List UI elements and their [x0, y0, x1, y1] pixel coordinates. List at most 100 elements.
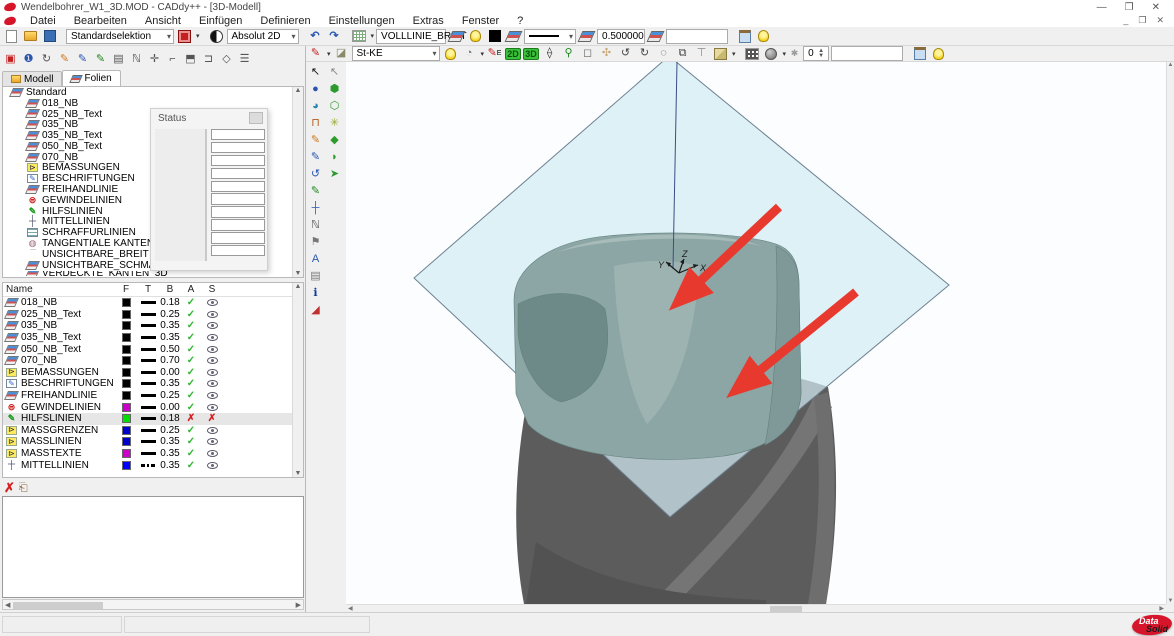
- checker-icon[interactable]: [744, 46, 761, 61]
- sphere-blue-icon[interactable]: ●: [307, 81, 324, 97]
- cell-color[interactable]: [115, 461, 137, 470]
- cell-linetype[interactable]: [137, 301, 159, 304]
- cell-width[interactable]: 0.50: [159, 344, 181, 355]
- solid-box-icon[interactable]: ⬡: [326, 98, 343, 114]
- coord-mode-combo[interactable]: Absolut 2D▾: [227, 29, 299, 44]
- tree-root[interactable]: Standard: [3, 87, 303, 98]
- col-t[interactable]: T: [137, 284, 159, 295]
- view-2d-badge[interactable]: 2D: [505, 48, 521, 60]
- clamp-icon[interactable]: ⊓: [307, 115, 324, 131]
- col-f[interactable]: F: [115, 284, 137, 295]
- rotate-left-icon[interactable]: ↺: [617, 46, 634, 61]
- col-s[interactable]: S: [201, 284, 223, 295]
- status-popup-button[interactable]: [249, 112, 263, 124]
- cell-active[interactable]: ✓: [181, 390, 201, 401]
- cell-visible[interactable]: [201, 322, 223, 329]
- list-icon[interactable]: ☰: [236, 52, 253, 67]
- cell-width[interactable]: 0.35: [159, 378, 181, 389]
- cell-linetype[interactable]: [137, 406, 159, 409]
- paste-icon[interactable]: ⎗: [19, 482, 28, 495]
- cell-linetype[interactable]: [137, 382, 159, 385]
- open-folder-icon[interactable]: [22, 29, 39, 44]
- cell-color[interactable]: [115, 426, 137, 435]
- table-row-hilfslinien[interactable]: ✎HILFSLINIEN0.18✗✗: [3, 413, 303, 425]
- axes-icon[interactable]: ✳: [326, 115, 343, 131]
- menu-definieren[interactable]: Definieren: [251, 15, 319, 27]
- centerline-icon[interactable]: ✛: [146, 52, 163, 67]
- empty-name-field[interactable]: [666, 29, 728, 44]
- cell-width[interactable]: 0.70: [159, 355, 181, 366]
- mdi-close-button[interactable]: ✕: [1156, 15, 1164, 26]
- viewport-vscrollbar[interactable]: ▲▼: [1166, 62, 1174, 604]
- status-popup-row[interactable]: [211, 219, 265, 230]
- cell-active[interactable]: ✓: [181, 320, 201, 331]
- status-popup-row[interactable]: [211, 193, 265, 204]
- cell-active[interactable]: ✓: [181, 448, 201, 459]
- cell-width[interactable]: 0.25: [159, 390, 181, 401]
- col-b[interactable]: B: [159, 284, 181, 295]
- cell-color[interactable]: [115, 345, 137, 354]
- status-popup-row[interactable]: [211, 206, 265, 217]
- mdi-restore-button[interactable]: ❐: [1138, 15, 1146, 26]
- bulb-icon-2[interactable]: [755, 29, 772, 44]
- cell-color[interactable]: [115, 298, 137, 307]
- table-row-035_nb_text[interactable]: 035_NB_Text0.35✓: [3, 332, 303, 344]
- viewport-3d[interactable]: Y Z X: [346, 62, 1166, 604]
- pen-edit-icon[interactable]: ✎: [74, 52, 91, 67]
- cell-active[interactable]: ✓: [181, 297, 201, 308]
- tool-flag-icon[interactable]: ⚑: [307, 234, 324, 250]
- cell-visible[interactable]: [201, 380, 223, 387]
- layer-one-icon[interactable]: ❶: [20, 52, 37, 67]
- scroll-thumb[interactable]: [13, 602, 103, 609]
- surface-icon[interactable]: ◗: [326, 149, 343, 165]
- text-a-icon[interactable]: A: [307, 251, 324, 267]
- bulb-icon-4[interactable]: [930, 46, 947, 61]
- cell-color[interactable]: [115, 379, 137, 388]
- pen-e-icon[interactable]: ✎E: [486, 46, 503, 61]
- pen-h-icon[interactable]: ✎: [92, 52, 109, 67]
- cell-color[interactable]: [115, 437, 137, 446]
- cell-linetype[interactable]: [137, 429, 159, 432]
- table-row-070_nb[interactable]: 070_NB0.70✓: [3, 355, 303, 367]
- cell-visible[interactable]: [201, 462, 223, 469]
- extrude-icon[interactable]: ◆: [326, 132, 343, 148]
- table-row-050_nb_text[interactable]: 050_NB_Text0.50✓: [3, 343, 303, 355]
- cell-active[interactable]: ✓: [181, 367, 201, 378]
- cell-visible[interactable]: [201, 346, 223, 353]
- menu-bearbeiten[interactable]: Bearbeiten: [65, 15, 136, 27]
- cell-linetype[interactable]: [137, 452, 159, 455]
- cell-active[interactable]: ✓: [181, 425, 201, 436]
- cell-active[interactable]: ✓: [181, 402, 201, 413]
- select-red-icon[interactable]: [176, 29, 193, 44]
- cell-visible[interactable]: ✗: [201, 413, 223, 424]
- hatchbox-icon[interactable]: ▤: [110, 52, 127, 67]
- menu-extras[interactable]: Extras: [404, 15, 453, 27]
- cell-linetype[interactable]: [137, 440, 159, 443]
- redo-icon[interactable]: ↷: [326, 29, 343, 44]
- cell-active[interactable]: ✓: [181, 309, 201, 320]
- layer-assign-icon-3[interactable]: [578, 29, 595, 44]
- snap-cross-icon[interactable]: ┼: [307, 200, 324, 216]
- viewport-hscrollbar[interactable]: ◀▶: [346, 604, 1166, 612]
- cell-linetype[interactable]: [137, 313, 159, 316]
- table-row-beschriftungen[interactable]: ✎BESCHRIFTUNGEN0.35✓: [3, 378, 303, 390]
- info-icon[interactable]: ℹ: [307, 285, 324, 301]
- cell-width[interactable]: 0.35: [159, 448, 181, 459]
- nflag-icon[interactable]: ℕ: [128, 52, 145, 67]
- cell-active[interactable]: ✓: [181, 436, 201, 447]
- cell-linetype[interactable]: [137, 359, 159, 362]
- bulb-icon-3[interactable]: [442, 46, 459, 61]
- walk-icon[interactable]: ⚲: [560, 46, 577, 61]
- cell-linetype[interactable]: [137, 464, 159, 467]
- tab-folien[interactable]: Folien: [62, 70, 120, 86]
- cell-active[interactable]: ✓: [181, 460, 201, 471]
- box-icon[interactable]: ⬒: [182, 52, 199, 67]
- tsquare-icon[interactable]: ⊤: [693, 46, 710, 61]
- zoom-page-icon[interactable]: ⧉: [674, 46, 691, 61]
- cell-active[interactable]: ✓: [181, 332, 201, 343]
- cell-active[interactable]: ✓: [181, 344, 201, 355]
- menu-einstellungen[interactable]: Einstellungen: [320, 15, 404, 27]
- joint-icon[interactable]: ⊐: [200, 52, 217, 67]
- table-row-masstexte[interactable]: ⊳MASSTEXTE0.35✓: [3, 448, 303, 460]
- hiddenline-icon[interactable]: ⌐: [164, 52, 181, 67]
